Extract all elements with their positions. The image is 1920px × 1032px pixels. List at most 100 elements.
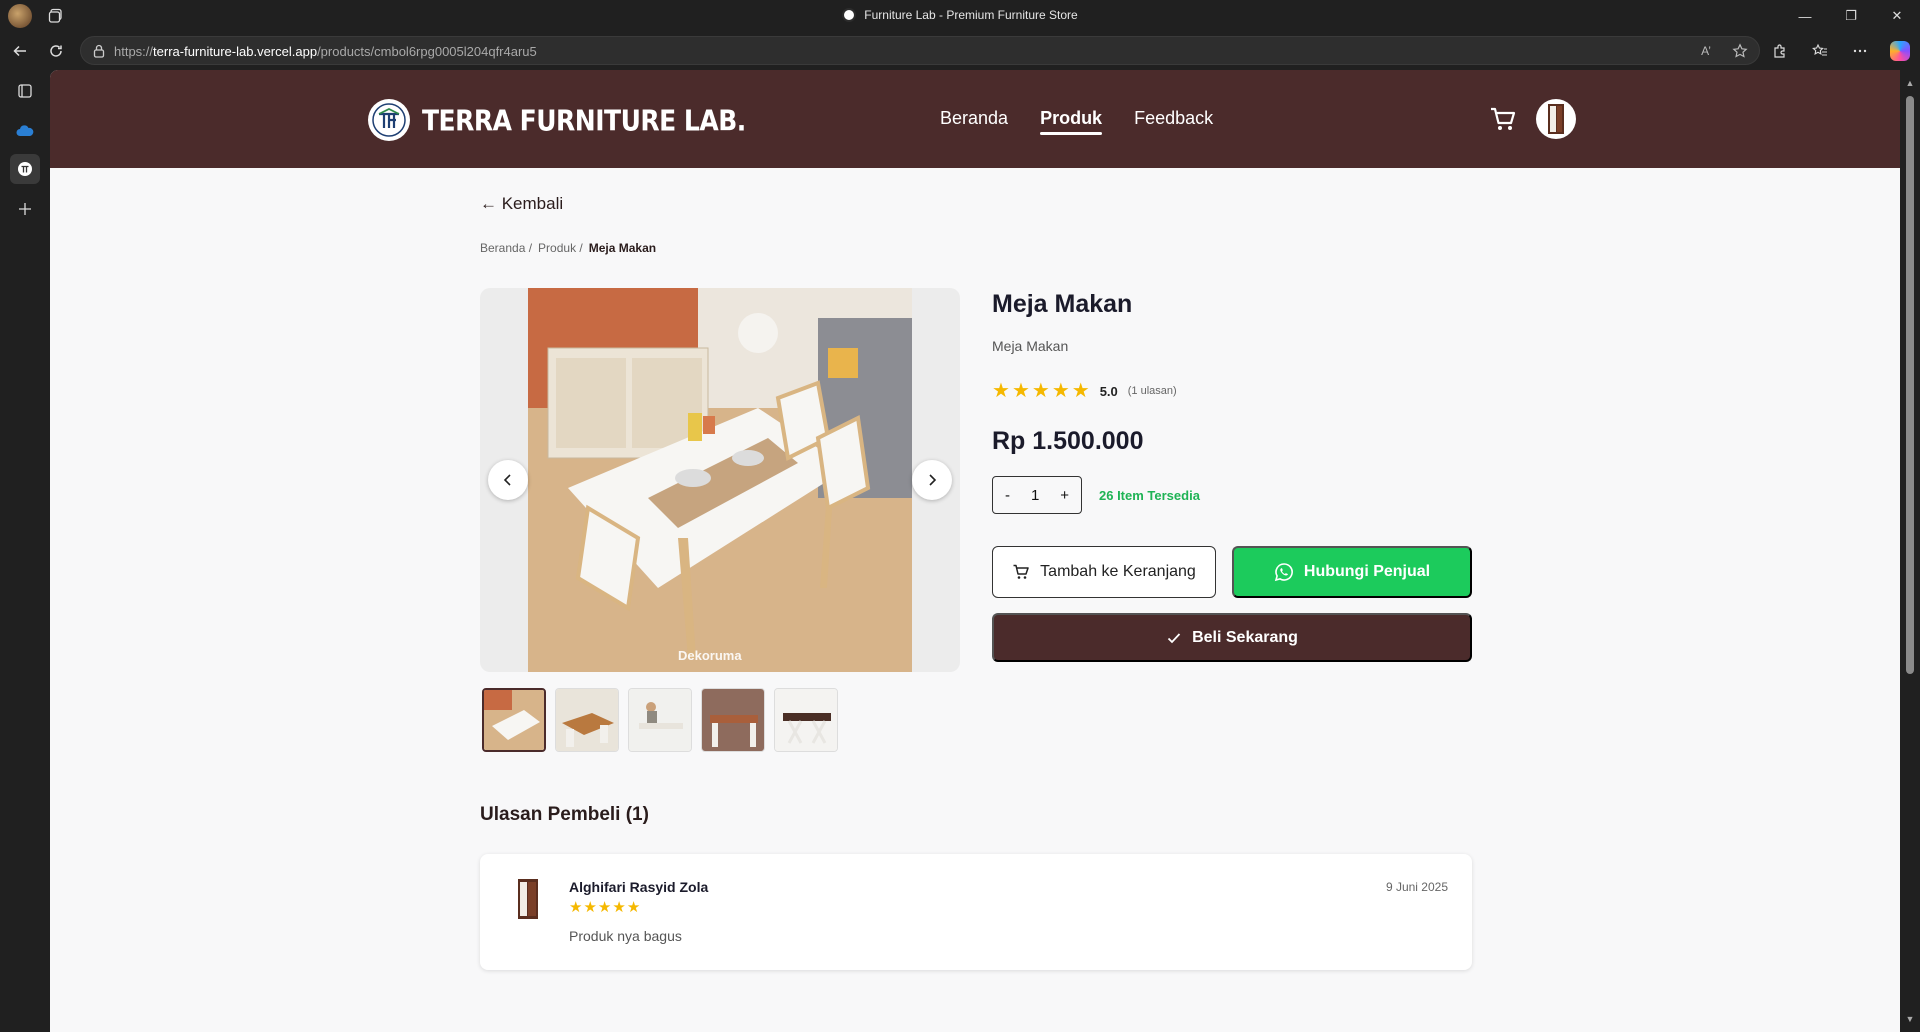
page-viewport: TERRA FURNITURE LAB. Beranda Produk Feed… (50, 70, 1900, 1032)
url-text[interactable]: https://terra-furniture-lab.vercel.app/p… (114, 44, 537, 59)
review-text: Produk nya bagus (569, 928, 682, 944)
browser-actions (1770, 41, 1910, 61)
star-icon: ★ (569, 899, 583, 916)
copilot-icon[interactable] (1890, 41, 1910, 61)
back-link[interactable]: ← Kembali (480, 194, 563, 214)
vertical-tabs-icon[interactable] (10, 76, 40, 106)
site-logo[interactable]: TERRA FURNITURE LAB. (368, 99, 746, 141)
add-to-cart-button[interactable]: Tambah ke Keranjang (992, 546, 1216, 598)
thumbnail-2[interactable] (555, 688, 619, 752)
quantity-stepper: - 1 + (992, 476, 1082, 514)
url-scheme: https:// (114, 44, 154, 59)
chevron-left-icon (503, 474, 511, 486)
image-watermark: Dekoruma (678, 648, 742, 663)
logo-mark-icon (368, 99, 410, 141)
star-icon: ★ (1051, 380, 1070, 402)
reviews-heading: Ulasan Pembeli (1) (480, 804, 649, 825)
cart-icon[interactable] (1488, 104, 1518, 134)
url-actions: A’ (1697, 42, 1749, 60)
gallery-thumbnails (482, 688, 838, 752)
star-icon: ★ (992, 380, 1010, 402)
gallery-next-button[interactable] (912, 460, 952, 500)
nav-feedback[interactable]: Feedback (1134, 108, 1213, 129)
review-date: 9 Juni 2025 (1385, 880, 1448, 894)
page-scrollbar[interactable]: ▲ ▼ (1900, 70, 1920, 1032)
breadcrumb: Beranda / Produk / Meja Makan (480, 241, 656, 255)
star-icon: ★ (1011, 380, 1030, 402)
favorites-icon[interactable] (1810, 41, 1830, 61)
url-path: /products/cmbol6rpg0005l204qfr4aru5 (317, 44, 537, 59)
product-gallery: Dekoruma (480, 288, 960, 672)
breadcrumb-beranda[interactable]: Beranda / (480, 241, 532, 255)
new-tab-plus-icon[interactable] (10, 194, 40, 224)
contact-seller-button[interactable]: Hubungi Penjual (1232, 546, 1472, 598)
site-tab-icon[interactable] (10, 154, 40, 184)
scroll-thumb[interactable] (1906, 96, 1914, 674)
rating-value: 5.0 (1099, 383, 1118, 399)
quantity-decrement-button[interactable]: - (1005, 487, 1010, 504)
restore-button[interactable]: ❐ (1828, 0, 1874, 32)
browser-sidebar (0, 70, 50, 1032)
product-title: Meja Makan (992, 290, 1133, 318)
close-button[interactable]: ✕ (1874, 0, 1920, 32)
thumbnail-1[interactable] (482, 688, 546, 752)
thumbnail-4[interactable] (701, 688, 765, 752)
review-count: (1 ulasan) (1127, 385, 1177, 397)
browser-toolbar: https://terra-furniture-lab.vercel.app/p… (0, 32, 1920, 70)
add-to-cart-label: Tambah ke Keranjang (1040, 563, 1196, 580)
star-icon: ★ (1071, 380, 1090, 402)
minimize-button[interactable]: — (1782, 0, 1828, 32)
product-description: Meja Makan (992, 338, 1069, 354)
breadcrumb-current: Meja Makan (588, 241, 657, 255)
whatsapp-icon (1274, 563, 1293, 582)
star-icon: ★ (612, 899, 626, 916)
url-host: terra-furniture-lab.vercel.app (153, 44, 318, 59)
main-nav: Beranda Produk Feedback (940, 108, 1213, 135)
reviewer-name: Alghifari Rasyid Zola (569, 879, 709, 895)
nav-beranda[interactable]: Beranda (940, 108, 1008, 129)
scroll-up-icon[interactable]: ▲ (1905, 78, 1915, 88)
star-icon: ★ (626, 899, 641, 916)
brand-name: TERRA FURNITURE LAB. (422, 103, 746, 137)
back-icon[interactable] (8, 39, 32, 63)
address-bar[interactable]: https://terra-furniture-lab.vercel.app/p… (80, 36, 1760, 65)
reviewer-avatar (508, 879, 548, 919)
site-favicon-icon (842, 8, 857, 22)
quantity-increment-button[interactable]: + (1060, 487, 1069, 504)
thumbnail-5[interactable] (774, 688, 838, 752)
onedrive-icon[interactable] (10, 116, 40, 146)
product-rating: ★ ★ ★ ★ ★ 5.0 (1 ulasan) (992, 381, 1177, 401)
scroll-down-icon[interactable]: ▼ (1905, 1014, 1915, 1024)
refresh-icon[interactable] (44, 39, 68, 63)
thumbnail-3[interactable] (628, 688, 692, 752)
buy-now-label: Beli Sekarang (1192, 628, 1298, 646)
stock-label: 26 Item Tersedia (1099, 488, 1200, 503)
chevron-right-icon (929, 474, 937, 486)
star-icon: ★ (583, 899, 597, 916)
window-controls: — ❐ ✕ (1782, 0, 1920, 32)
tab-title: Furniture Lab - Premium Furniture Store (864, 8, 1078, 22)
window-title: Furniture Lab - Premium Furniture Store (0, 8, 1920, 22)
product-price: Rp 1.500.000 (992, 427, 1144, 455)
gallery-prev-button[interactable] (488, 460, 528, 500)
contact-seller-label: Hubungi Penjual (1303, 563, 1431, 580)
lock-icon[interactable] (91, 43, 107, 59)
extensions-icon[interactable] (1770, 41, 1790, 61)
star-icon: ★ (597, 899, 612, 916)
check-icon (1167, 632, 1181, 643)
favorite-star-icon[interactable] (1731, 42, 1749, 60)
site-header: TERRA FURNITURE LAB. Beranda Produk Feed… (50, 70, 1900, 168)
buy-now-button[interactable]: Beli Sekarang (992, 613, 1472, 662)
product-main-image (528, 288, 912, 672)
browser-titlebar: Furniture Lab - Premium Furniture Store … (0, 0, 1920, 32)
more-options-icon[interactable] (1850, 41, 1870, 61)
cart-icon (1013, 564, 1029, 579)
review-card: Alghifari Rasyid Zola ★ ★ ★ ★ ★ Produk n… (480, 854, 1472, 970)
read-aloud-icon[interactable]: A’ (1697, 42, 1715, 60)
nav-produk[interactable]: Produk (1040, 108, 1103, 135)
review-rating: ★ ★ ★ ★ ★ (569, 900, 640, 915)
user-avatar[interactable] (1536, 99, 1576, 139)
quantity-value[interactable]: 1 (1031, 487, 1039, 504)
star-icon: ★ (1031, 380, 1050, 402)
breadcrumb-produk[interactable]: Produk / (538, 241, 583, 255)
